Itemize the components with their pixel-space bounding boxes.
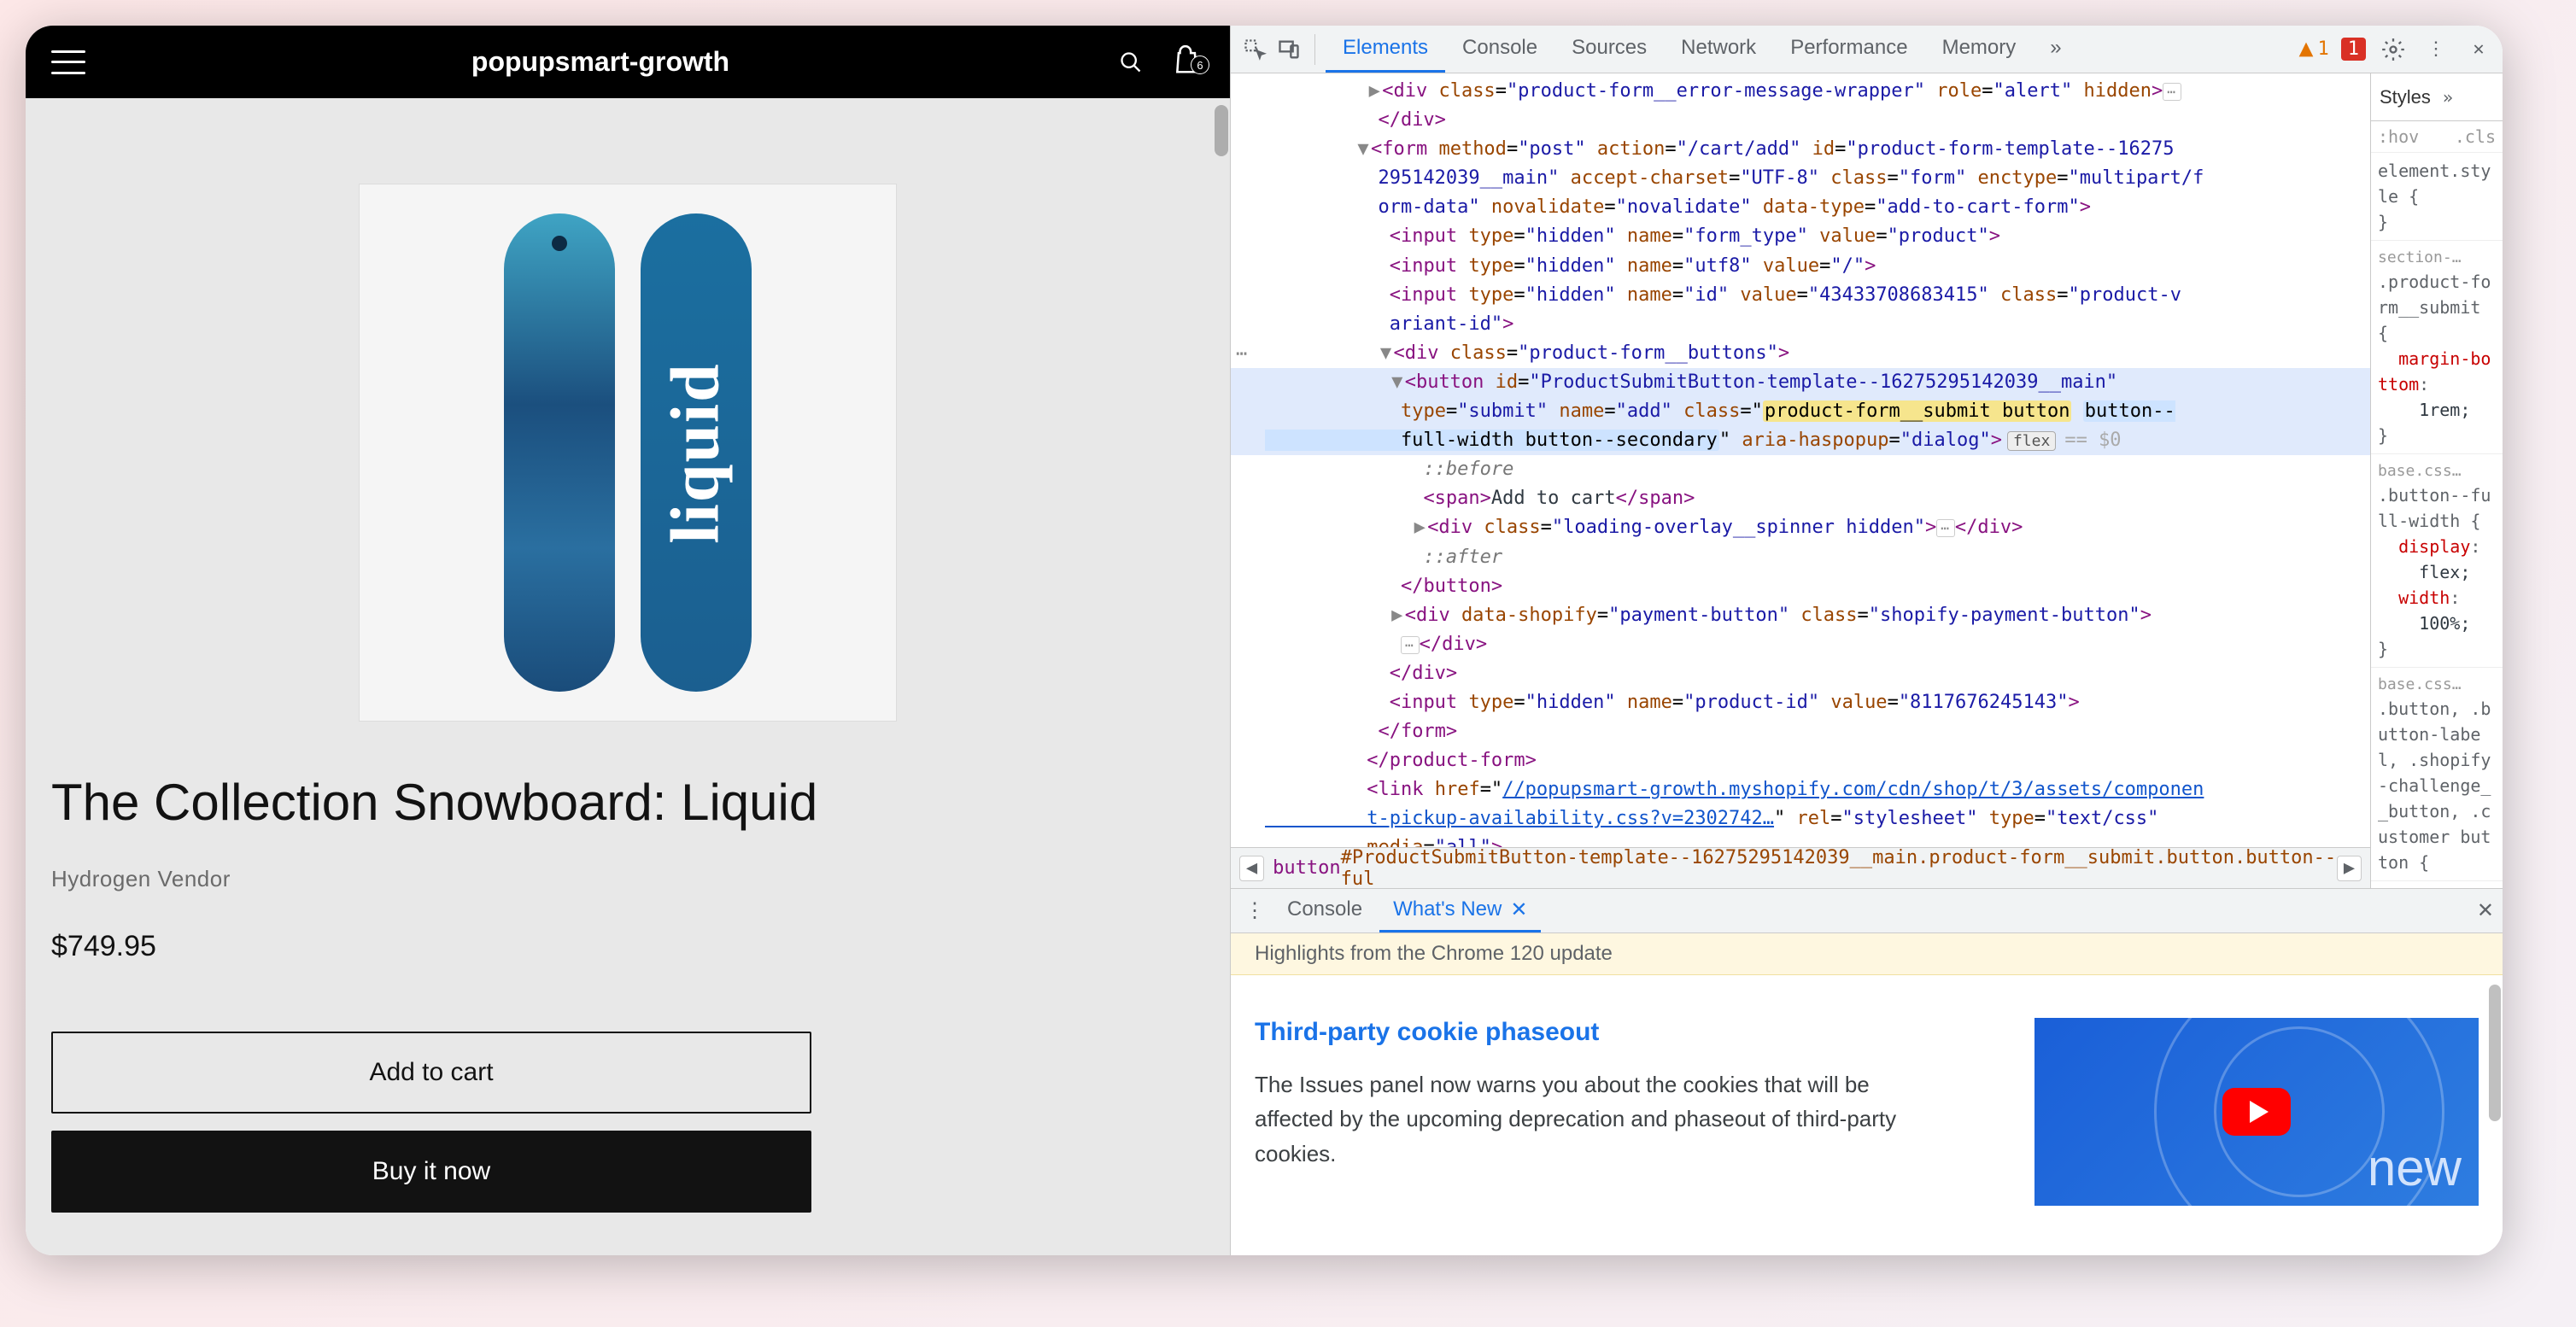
snowboard-graphic-2: liquid — [641, 213, 752, 692]
product-price: $749.95 — [51, 930, 1204, 963]
hov-toggle[interactable]: :hov — [2378, 126, 2419, 147]
error-count[interactable]: 1 — [2341, 38, 2366, 61]
settings-icon[interactable] — [2378, 34, 2409, 65]
rule-selector: element.style { — [2378, 158, 2496, 209]
cart-button[interactable]: 6 — [1172, 44, 1204, 80]
page-scrollbar[interactable] — [1215, 105, 1228, 156]
css-value: 100%; — [2419, 613, 2470, 634]
kebab-icon[interactable]: ⋮ — [2421, 34, 2451, 65]
product-title: The Collection Snowboard: Liquid — [51, 773, 1204, 832]
drawer-body: Third-party cookie phaseout The Issues p… — [1231, 975, 2503, 1248]
menu-icon[interactable] — [51, 50, 85, 74]
snowboard-brand-text: liquid — [658, 362, 735, 543]
tab-performance[interactable]: Performance — [1773, 26, 1924, 73]
style-rule-element[interactable]: element.style { } — [2371, 153, 2503, 241]
toolbar-separator — [1314, 34, 1315, 65]
tab-network[interactable]: Network — [1664, 26, 1773, 73]
selected-dims: == $0 — [2064, 430, 2121, 451]
styles-panel: Styles » :hov .cls element.style { } sec… — [2371, 73, 2503, 888]
warning-count-value: 1 — [2318, 38, 2329, 60]
rendered-page: popupsmart-growth 6 liquid — [26, 26, 1230, 1255]
css-property: width — [2398, 588, 2450, 608]
breadcrumb-left-icon[interactable]: ◀ — [1239, 856, 1264, 881]
product-vendor: Hydrogen Vendor — [51, 866, 1204, 892]
dom-breadcrumb[interactable]: ◀ button#ProductSubmitButton-template--1… — [1231, 847, 2370, 888]
devtools-tabs: Elements Console Sources Network Perform… — [1326, 26, 2079, 73]
add-to-cart-button[interactable]: Add to cart — [51, 1032, 811, 1114]
inspect-icon[interactable] — [1239, 34, 1270, 65]
style-rule-1[interactable]: section-… .product-form__submit { margin… — [2371, 241, 2503, 454]
css-property: margin-bottom — [2378, 348, 2491, 395]
tabs-more-icon[interactable]: » — [2033, 26, 2078, 73]
tab-sources[interactable]: Sources — [1554, 26, 1664, 73]
tab-elements[interactable]: Elements — [1326, 26, 1445, 73]
close-tab-icon[interactable]: ✕ — [1510, 897, 1527, 922]
breadcrumb-selector[interactable]: #ProductSubmitButton-template--162752951… — [1341, 847, 2337, 889]
style-rule-2[interactable]: base.css… .button--full-width { display:… — [2371, 454, 2503, 668]
app-window: popupsmart-growth 6 liquid — [26, 26, 2503, 1255]
styles-more-icon[interactable]: » — [2443, 87, 2453, 108]
article-title[interactable]: Third-party cookie phaseout — [1255, 1018, 2000, 1047]
buy-now-button[interactable]: Buy it now — [51, 1131, 811, 1213]
drawer-kebab-icon[interactable]: ⋮ — [1239, 896, 1270, 927]
drawer-close-icon[interactable]: ✕ — [2477, 898, 2494, 923]
drawer-tabs: ⋮ Console What's New ✕ ✕ — [1231, 889, 2503, 933]
store-name: popupsmart-growth — [85, 46, 1115, 78]
collapsed-indicator[interactable]: ⋯ — [1236, 343, 1249, 365]
rule-selector: .button, .button-label, .shopify-challen… — [2378, 696, 2496, 875]
devtools-main: ⋯ ▶<div class="product-form__error-messa… — [1231, 73, 2503, 888]
warning-count[interactable]: 1 — [2298, 38, 2329, 60]
rule-selector: .product-form__submit { — [2378, 269, 2496, 346]
device-toggle-icon[interactable] — [1273, 34, 1304, 65]
cls-toggle[interactable]: .cls — [2455, 126, 2496, 147]
css-value: flex; — [2419, 562, 2470, 582]
header-actions: 6 — [1115, 44, 1204, 80]
drawer-scrollbar[interactable] — [2489, 985, 2501, 1121]
toolbar-right: 1 1 ⋮ ✕ — [2298, 34, 2495, 65]
devtools-toolbar: Elements Console Sources Network Perform… — [1231, 26, 2503, 73]
styles-tab[interactable]: Styles — [2380, 86, 2431, 108]
error-count-value: 1 — [2348, 38, 2359, 60]
devtools: Elements Console Sources Network Perform… — [1230, 26, 2503, 1255]
search-icon[interactable] — [1115, 47, 1146, 78]
css-value: 1rem; — [2419, 400, 2470, 420]
close-devtools-icon[interactable]: ✕ — [2463, 34, 2494, 65]
breadcrumb-right-icon[interactable]: ▶ — [2337, 856, 2362, 881]
rule-source: base.css… — [2378, 459, 2496, 482]
thumbnail-text: new — [2368, 1138, 2462, 1197]
styles-filter: :hov .cls — [2371, 121, 2503, 153]
dom-panel: ⋯ ▶<div class="product-form__error-messa… — [1231, 73, 2371, 888]
dom-tree[interactable]: ▶<div class="product-form__error-message… — [1231, 73, 2370, 847]
rule-selector: .button--full-width { — [2378, 482, 2496, 534]
cart-count-badge: 6 — [1191, 56, 1209, 74]
css-property: display — [2398, 536, 2470, 557]
drawer-tab-console[interactable]: Console — [1273, 889, 1376, 932]
store-header: popupsmart-growth 6 — [26, 26, 1230, 98]
play-icon — [2222, 1088, 2291, 1136]
style-rule-3[interactable]: base.css… .button, .button-label, .shopi… — [2371, 668, 2503, 881]
product-image[interactable]: liquid — [359, 184, 897, 722]
whatsnew-article: Third-party cookie phaseout The Issues p… — [1255, 1018, 2000, 1206]
rule-source: section-… — [2378, 246, 2496, 269]
selected-dom-node[interactable]: ▼<button id="ProductSubmitButton-templat… — [1231, 368, 2370, 455]
page-body: liquid The Collection Snowboard: Liquid … — [26, 98, 1230, 1255]
drawer-banner: Highlights from the Chrome 120 update — [1231, 933, 2503, 975]
flex-badge[interactable]: flex — [2007, 431, 2056, 451]
whatsnew-label: What's New — [1393, 897, 1502, 921]
snowboard-graphic-1 — [504, 213, 615, 692]
video-thumbnail[interactable]: new — [2034, 1018, 2479, 1206]
rule-source: base.css… — [2378, 673, 2496, 696]
tab-console[interactable]: Console — [1445, 26, 1554, 73]
styles-header: Styles » — [2371, 73, 2503, 121]
breadcrumb-tag[interactable]: button — [1273, 857, 1340, 879]
drawer-tab-whatsnew[interactable]: What's New ✕ — [1379, 889, 1541, 932]
tab-memory[interactable]: Memory — [1925, 26, 2034, 73]
article-body: The Issues panel now warns you about the… — [1255, 1067, 1921, 1171]
devtools-drawer: ⋮ Console What's New ✕ ✕ Highlights from… — [1231, 888, 2503, 1255]
